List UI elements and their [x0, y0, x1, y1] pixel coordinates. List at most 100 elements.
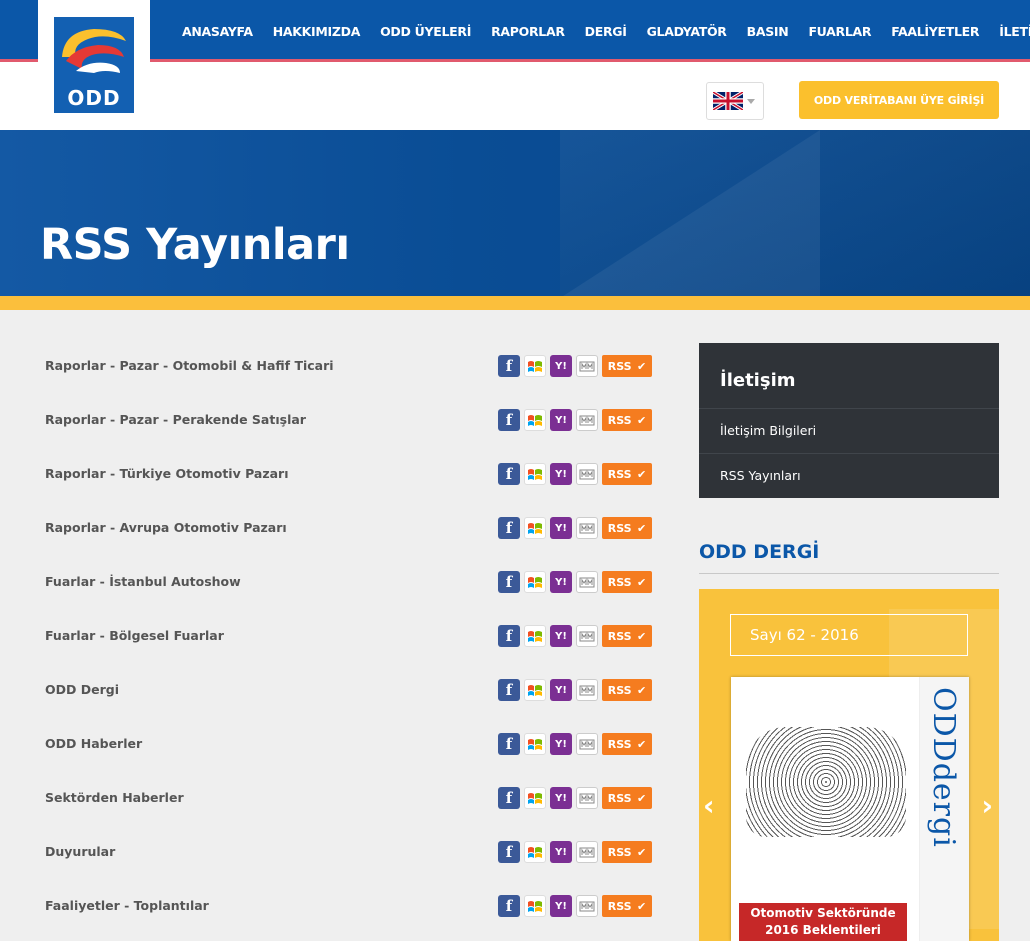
main-nav: ANASAYFA HAKKIMIZDA ODD ÜYELERİ RAPORLAR…: [172, 0, 1030, 62]
divider: [699, 573, 999, 574]
rss-subscribe-button[interactable]: RSS ✔: [602, 733, 652, 755]
site-logo[interactable]: ODD: [38, 0, 150, 130]
yahoo-icon[interactable]: Y!: [550, 679, 572, 701]
facebook-icon[interactable]: f: [498, 895, 520, 917]
my-aol-icon[interactable]: [576, 625, 598, 647]
yahoo-icon[interactable]: Y!: [550, 787, 572, 809]
my-aol-icon[interactable]: [576, 517, 598, 539]
my-aol-icon[interactable]: [576, 787, 598, 809]
yahoo-icon[interactable]: Y!: [550, 463, 572, 485]
cover-car-illustration: [746, 727, 906, 837]
msn-icon[interactable]: [524, 787, 546, 809]
my-aol-icon[interactable]: [576, 841, 598, 863]
yahoo-icon[interactable]: Y!: [550, 409, 572, 431]
rss-label: RSS: [607, 413, 632, 427]
nav-basin[interactable]: BASIN: [747, 24, 789, 39]
my-aol-icon[interactable]: [576, 895, 598, 917]
rss-label: RSS: [607, 575, 632, 589]
my-aol-icon[interactable]: [576, 679, 598, 701]
sidebar-item-rss[interactable]: RSS Yayınları: [699, 453, 999, 498]
rss-subscribe-button[interactable]: RSS ✔: [602, 355, 652, 377]
nav-hakkimizda[interactable]: HAKKIMIZDA: [273, 24, 361, 39]
msn-icon[interactable]: [524, 625, 546, 647]
nav-anasayfa[interactable]: ANASAYFA: [182, 24, 253, 39]
my-aol-icon[interactable]: [576, 355, 598, 377]
yahoo-icon[interactable]: Y!: [550, 841, 572, 863]
cover-headline: Otomotiv Sektöründe 2016 Beklentileri: [739, 903, 907, 941]
page-title: RSS Yayınları: [40, 220, 350, 270]
carousel-next-icon[interactable]: ›: [981, 789, 993, 822]
rss-label: RSS: [607, 629, 632, 643]
rss-subscribe-button[interactable]: RSS ✔: [602, 409, 652, 431]
rss-feed-label: ODD Dergi: [45, 682, 119, 697]
rss-subscribe-button[interactable]: RSS ✔: [602, 895, 652, 917]
nav-raporlar[interactable]: RAPORLAR: [491, 24, 565, 39]
check-icon: ✔: [637, 413, 647, 427]
rss-label: RSS: [607, 899, 632, 913]
language-selector[interactable]: [706, 82, 764, 120]
msn-icon[interactable]: [524, 355, 546, 377]
yahoo-icon[interactable]: Y!: [550, 895, 572, 917]
rss-label: RSS: [607, 467, 632, 481]
member-login-button[interactable]: ODD VERİTABANI ÜYE GİRİŞİ: [799, 81, 999, 119]
nav-dergi[interactable]: DERGİ: [585, 24, 627, 39]
my-aol-icon[interactable]: [576, 733, 598, 755]
facebook-icon[interactable]: f: [498, 679, 520, 701]
facebook-icon[interactable]: f: [498, 571, 520, 593]
nav-gladyator[interactable]: GLADYATÖR: [647, 24, 727, 39]
facebook-icon[interactable]: f: [498, 517, 520, 539]
rss-subscribe-button[interactable]: RSS ✔: [602, 625, 652, 647]
facebook-icon[interactable]: f: [498, 787, 520, 809]
facebook-icon[interactable]: f: [498, 463, 520, 485]
rss-subscribe-button[interactable]: RSS ✔: [602, 679, 652, 701]
msn-icon[interactable]: [524, 679, 546, 701]
yahoo-icon[interactable]: Y!: [550, 733, 572, 755]
rss-feed-label: Fuarlar - İstanbul Autoshow: [45, 574, 241, 589]
magazine-cover[interactable]: ODDdergi Otomotiv Sektöründe 2016 Beklen…: [731, 677, 969, 941]
rss-feed-label: Sektörden Haberler: [45, 790, 184, 805]
banner-accent-line: [0, 296, 1030, 310]
nav-odd-uyeleri[interactable]: ODD ÜYELERİ: [380, 24, 471, 39]
rss-label: RSS: [607, 521, 632, 535]
msn-icon[interactable]: [524, 895, 546, 917]
check-icon: ✔: [637, 791, 647, 805]
rss-feed-label: ODD Haberler: [45, 736, 143, 751]
rss-subscribe-button[interactable]: RSS ✔: [602, 841, 652, 863]
msn-icon[interactable]: [524, 571, 546, 593]
my-aol-icon[interactable]: [576, 571, 598, 593]
sidebar-item-contact-info[interactable]: İletişim Bilgileri: [699, 408, 999, 453]
my-aol-icon[interactable]: [576, 409, 598, 431]
facebook-icon[interactable]: f: [498, 733, 520, 755]
yahoo-icon[interactable]: Y!: [550, 517, 572, 539]
rss-subscribe-button[interactable]: RSS ✔: [602, 463, 652, 485]
facebook-icon[interactable]: f: [498, 841, 520, 863]
rss-subscribe-icons: f Y! RSS ✔: [498, 354, 652, 378]
my-aol-icon[interactable]: [576, 463, 598, 485]
facebook-icon[interactable]: f: [498, 355, 520, 377]
rss-subscribe-button[interactable]: RSS ✔: [602, 571, 652, 593]
rss-row: Raporlar - Türkiye Otomotiv Pazarı f Y! …: [45, 462, 655, 486]
msn-icon[interactable]: [524, 841, 546, 863]
carousel-prev-icon[interactable]: ‹: [703, 789, 715, 822]
top-nav-bar: ANASAYFA HAKKIMIZDA ODD ÜYELERİ RAPORLAR…: [0, 0, 1030, 62]
rss-subscribe-button[interactable]: RSS ✔: [602, 517, 652, 539]
msn-icon[interactable]: [524, 733, 546, 755]
logo-text: ODD: [67, 86, 121, 110]
issue-label[interactable]: Sayı 62 - 2016: [730, 614, 968, 656]
nav-fuarlar[interactable]: FUARLAR: [808, 24, 871, 39]
facebook-icon[interactable]: f: [498, 625, 520, 647]
rss-subscribe-button[interactable]: RSS ✔: [602, 787, 652, 809]
nav-iletisim[interactable]: İLETİŞİM: [999, 24, 1030, 39]
yahoo-icon[interactable]: Y!: [550, 625, 572, 647]
msn-icon[interactable]: [524, 463, 546, 485]
msn-icon[interactable]: [524, 517, 546, 539]
rss-row: ODD Haberler f Y! RSS ✔: [45, 732, 655, 756]
yahoo-icon[interactable]: Y!: [550, 571, 572, 593]
msn-icon[interactable]: [524, 409, 546, 431]
yahoo-icon[interactable]: Y!: [550, 355, 572, 377]
cover-headline-line1: Otomotiv Sektöründe: [750, 906, 896, 920]
rss-feed-label: Raporlar - Pazar - Otomobil & Hafif Tica…: [45, 358, 334, 373]
rss-subscribe-icons: f Y! RSS ✔: [498, 624, 652, 648]
facebook-icon[interactable]: f: [498, 409, 520, 431]
nav-faaliyetler[interactable]: FAALİYETLER: [891, 24, 979, 39]
